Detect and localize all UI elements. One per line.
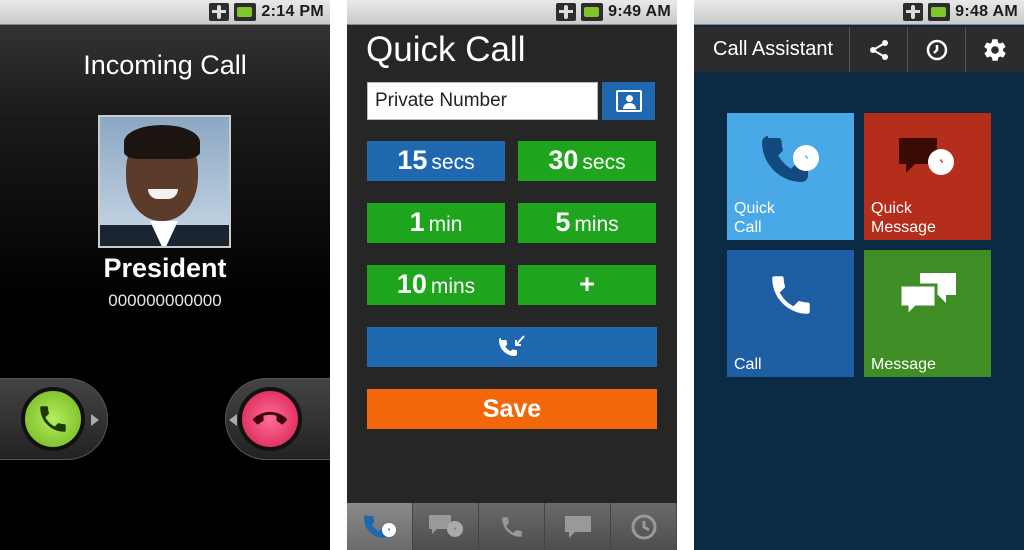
status-time: 9:49 AM bbox=[608, 3, 671, 20]
timer-15-secs-button[interactable]: 15 secs bbox=[367, 141, 505, 181]
timer-value: 10 bbox=[396, 269, 427, 299]
timer-30-secs-button[interactable]: 30 secs bbox=[518, 141, 656, 181]
answer-call-button[interactable] bbox=[21, 387, 85, 451]
battery-icon bbox=[234, 3, 257, 21]
caller-number: 000000000000 bbox=[108, 291, 222, 310]
timer-unit: mins bbox=[430, 275, 476, 298]
tile-label: Message bbox=[871, 356, 936, 373]
bottom-tab-bar bbox=[347, 503, 677, 550]
tab-quick-message[interactable] bbox=[413, 503, 479, 550]
timer-unit: secs bbox=[582, 151, 626, 174]
timer-value: 15 bbox=[397, 145, 428, 175]
share-button[interactable] bbox=[850, 27, 908, 72]
caller-name: President bbox=[103, 253, 227, 283]
airplane-mode-icon bbox=[903, 3, 924, 21]
page-title: Quick Call bbox=[366, 30, 526, 69]
tab-quick-call[interactable] bbox=[347, 503, 413, 550]
timer-1-min-button[interactable]: 1 min bbox=[367, 203, 505, 243]
tab-message[interactable] bbox=[545, 503, 611, 550]
quick-message-icon bbox=[898, 138, 954, 175]
chevron-left-icon bbox=[229, 414, 237, 426]
phone-answer-icon bbox=[40, 406, 66, 432]
battery-icon bbox=[928, 3, 951, 21]
answer-slider[interactable] bbox=[0, 378, 108, 460]
clock-icon bbox=[926, 39, 947, 60]
add-label: + bbox=[579, 269, 595, 299]
quick-call-screen: 9:49 AM Quick Call 15 secs 30 secs 1 min… bbox=[347, 0, 677, 550]
contact-card-icon bbox=[615, 90, 642, 112]
status-bar: 9:49 AM bbox=[347, 0, 677, 25]
tab-call[interactable] bbox=[479, 503, 545, 550]
tab-history[interactable] bbox=[611, 503, 677, 550]
incoming-call-title: Incoming Call bbox=[83, 50, 247, 80]
tile-label: Quick Call bbox=[734, 200, 775, 236]
chevron-right-icon bbox=[91, 414, 99, 426]
quick-call-tile[interactable]: Quick Call bbox=[727, 113, 854, 240]
save-button[interactable]: Save bbox=[367, 389, 657, 429]
message-tile[interactable]: Message bbox=[864, 250, 991, 377]
phone-number-input[interactable] bbox=[367, 82, 598, 120]
airplane-mode-icon bbox=[209, 3, 230, 21]
gear-icon bbox=[984, 38, 1006, 61]
timer-unit: secs bbox=[431, 151, 475, 174]
status-bar: 2:14 PM bbox=[0, 0, 330, 25]
timer-value: 1 bbox=[409, 207, 425, 237]
tile-label: Call bbox=[734, 356, 762, 373]
phone-icon bbox=[501, 516, 522, 537]
quick-call-icon bbox=[761, 136, 819, 182]
timer-unit: min bbox=[428, 213, 463, 236]
caller-photo bbox=[98, 115, 231, 248]
decline-call-button[interactable] bbox=[238, 387, 302, 451]
quick-message-tile[interactable]: Quick Message bbox=[864, 113, 991, 240]
battery-icon bbox=[581, 3, 604, 21]
share-icon bbox=[869, 39, 888, 60]
add-timer-button[interactable]: + bbox=[518, 265, 656, 305]
messages-icon bbox=[898, 273, 956, 320]
incoming-call-screen: 2:14 PM Incoming Call President 00000000… bbox=[0, 0, 330, 550]
phone-hangup-icon bbox=[253, 411, 287, 425]
call-tile[interactable]: Call bbox=[727, 250, 854, 377]
call-assistant-screen: 9:48 AM Call Assistant Quick Call Quick … bbox=[694, 0, 1024, 550]
timer-10-mins-button[interactable]: 10 mins bbox=[367, 265, 505, 305]
timer-unit: mins bbox=[574, 213, 619, 236]
airplane-mode-icon bbox=[556, 3, 577, 21]
timer-5-mins-button[interactable]: 5 mins bbox=[518, 203, 656, 243]
clock-icon bbox=[631, 514, 656, 539]
decline-slider[interactable] bbox=[225, 378, 330, 460]
pick-contact-button[interactable] bbox=[602, 82, 655, 120]
phone-incoming-icon bbox=[499, 335, 525, 356]
timer-value: 5 bbox=[555, 207, 571, 237]
quick-message-icon bbox=[428, 514, 463, 537]
status-time: 2:14 PM bbox=[261, 3, 324, 20]
status-time: 9:48 AM bbox=[955, 3, 1018, 20]
action-bar: Call Assistant bbox=[694, 27, 1024, 72]
app-title: Call Assistant bbox=[694, 27, 850, 72]
timer-value: 30 bbox=[548, 145, 579, 175]
phone-icon bbox=[771, 276, 810, 314]
quick-call-icon bbox=[363, 514, 396, 538]
call-now-button[interactable] bbox=[367, 327, 657, 367]
tile-label: Quick Message bbox=[871, 200, 936, 236]
settings-button[interactable] bbox=[966, 27, 1024, 72]
message-icon bbox=[564, 515, 591, 538]
status-bar: 9:48 AM bbox=[694, 0, 1024, 25]
history-button[interactable] bbox=[908, 27, 966, 72]
